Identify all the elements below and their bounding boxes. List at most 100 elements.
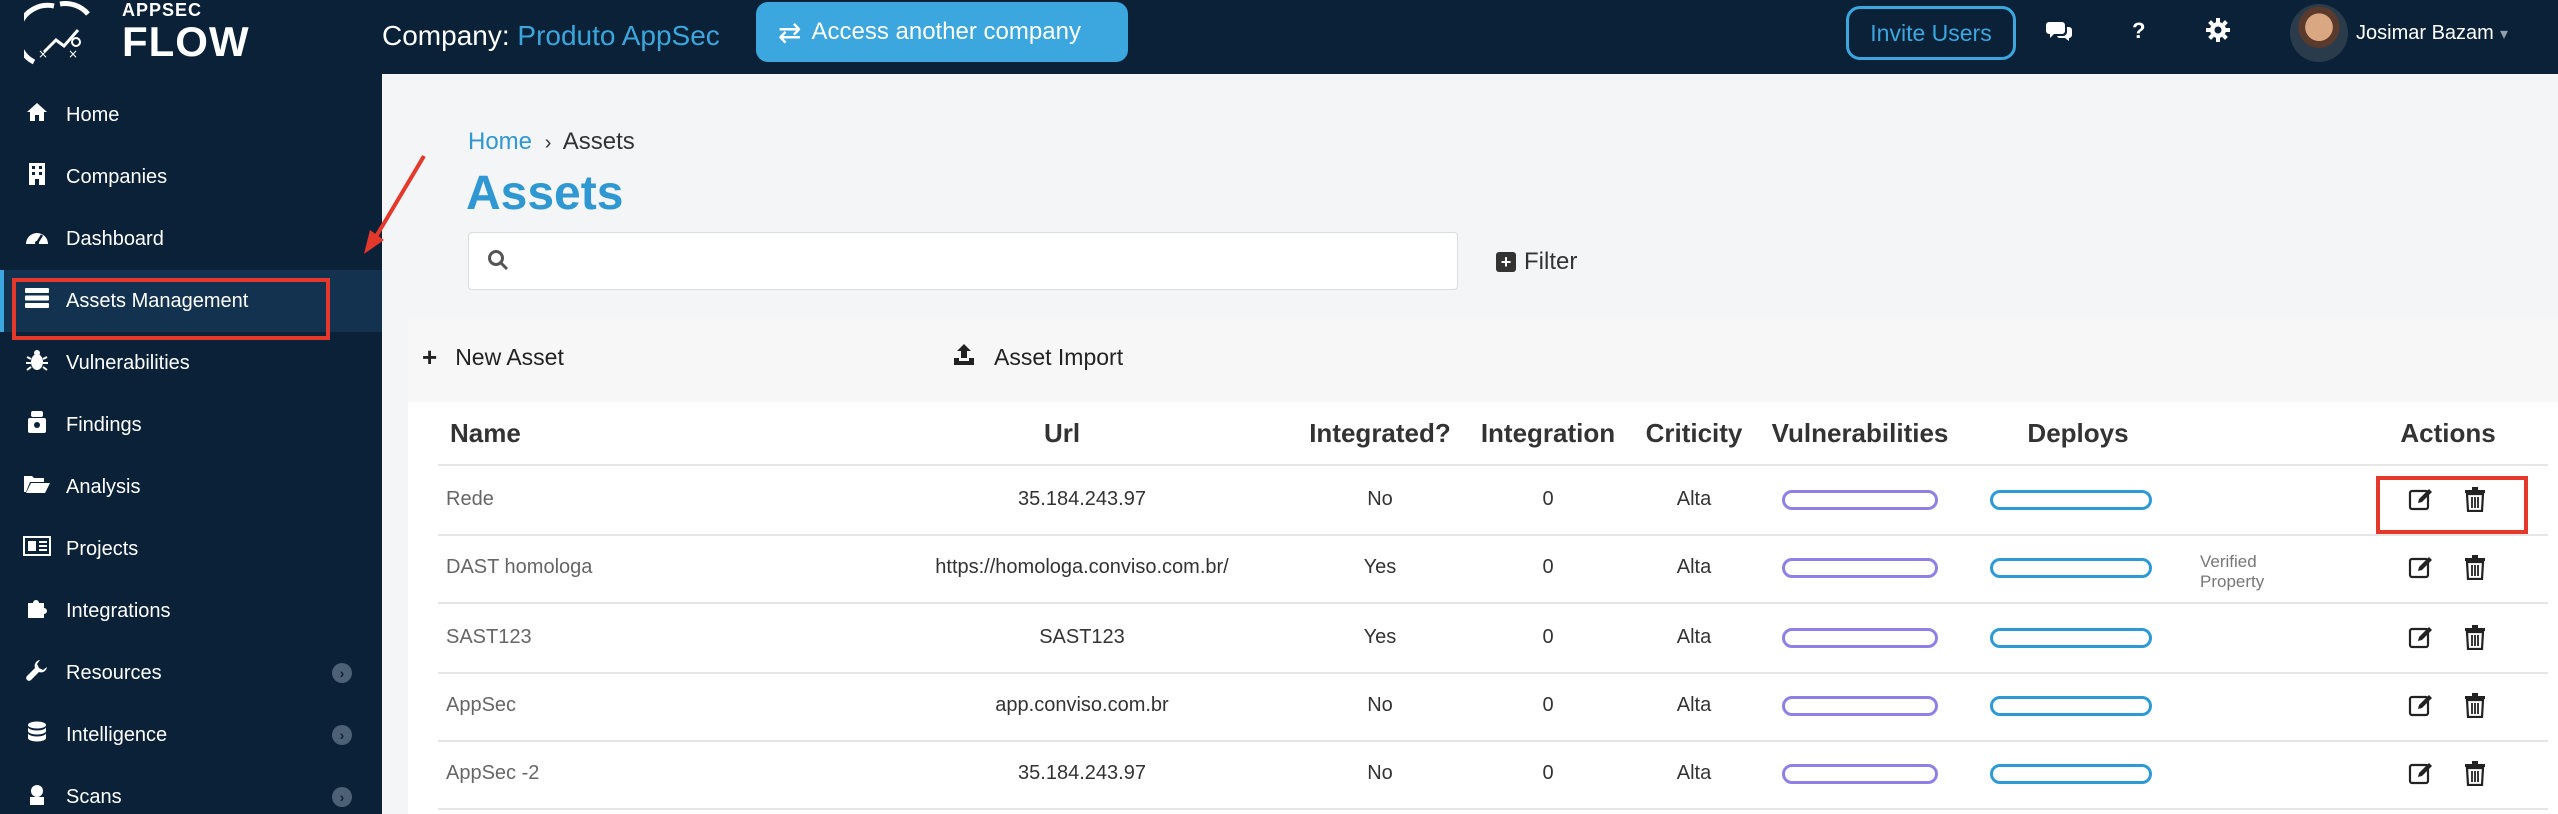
building-icon [22,163,52,191]
filter-button[interactable]: + Filter [1496,248,1577,276]
appsec-flow-logo[interactable]: × × APPSEC FLOW [24,0,264,74]
sidebar-item-label: Resources [66,661,162,684]
column-header-deploys[interactable]: Deploys [2027,418,2128,449]
cell-integration: 0 [1542,762,1554,784]
sidebar-item-label: Integrations [66,599,171,622]
column-header-actions: Actions [2400,418,2496,448]
sidebar-item-dashboard[interactable]: Dashboard [0,208,382,270]
newspaper-icon [22,536,52,562]
edit-icon[interactable] [2408,624,2434,650]
deploys-bar [1990,696,2152,716]
plus-square-icon: + [1496,252,1516,272]
column-header-criticity[interactable]: Criticity [1646,418,1743,449]
chat-icon[interactable] [2046,20,2072,48]
sidebar-item-label: Dashboard [66,227,164,250]
cell-url: https://homologa.conviso.com.br/ [935,556,1229,578]
chevron-right-icon[interactable]: › [332,787,352,807]
cell-integrated: No [1367,762,1393,784]
invite-users-button[interactable]: Invite Users [1846,6,2016,60]
cell-criticity: Alta [1676,762,1712,784]
highlight-box-assets-management [12,278,330,340]
user-avatar[interactable] [2290,4,2348,62]
row-divider [438,740,2548,742]
trash-icon[interactable] [2464,554,2490,581]
breadcrumb-home-link[interactable]: Home [468,128,532,155]
highlight-box-actions [2376,476,2528,534]
cell-integration: 0 [1542,488,1554,510]
gear-icon[interactable] [2206,18,2230,48]
vulnerabilities-bar [1782,628,1938,648]
upload-icon [952,342,976,372]
bug-icon [22,349,52,377]
company-name-link[interactable]: Produto AppSec [517,20,719,51]
access-another-company-button[interactable]: ⇄ Access another company [756,2,1128,62]
cell-integrated: No [1367,694,1393,716]
search-input[interactable] [468,232,1458,290]
sidebar-item-label: Findings [66,413,142,436]
plus-icon: + [422,342,438,372]
trash-icon[interactable] [2464,624,2490,651]
cell-criticity: Alta [1676,556,1712,578]
cell-url: app.conviso.com.br [995,694,1169,716]
access-button-label: Access another company [811,18,1081,45]
vulnerabilities-bar [1782,764,1938,784]
assets-toolbar: + New Asset Asset Import [408,318,2558,402]
folder-open-icon [22,474,52,500]
edit-icon[interactable] [2408,760,2434,786]
table-divider [438,464,2548,466]
chevron-down-icon[interactable]: ▾ [2500,24,2508,44]
deploys-bar [1990,764,2152,784]
database-icon [22,721,52,749]
sidebar-item-resources[interactable]: Resources › [0,642,382,704]
company-label: Company: Produto AppSec [382,20,720,52]
chevron-right-icon[interactable]: › [332,725,352,745]
new-asset-button[interactable]: + New Asset [422,342,564,373]
dashboard-icon [22,227,52,251]
column-header-vulnerabilities[interactable]: Vulnerabilities [1772,418,1949,449]
wrench-icon [22,659,52,687]
cell-integrated: Yes [1363,626,1397,648]
top-bar: × × APPSEC FLOW Company: Produto AppSec … [0,0,2558,74]
edit-icon[interactable] [2408,692,2434,718]
sidebar-item-vulnerabilities[interactable]: Vulnerabilities [0,332,382,394]
puzzle-icon [22,597,52,625]
sidebar-item-companies[interactable]: Companies [0,146,382,208]
cell-integrated: Yes [1363,556,1397,578]
sidebar-item-home[interactable]: Home [0,84,382,146]
column-header-integration[interactable]: Integration [1481,418,1615,449]
deploys-bar [1990,628,2152,648]
chevron-right-icon[interactable]: › [332,663,352,683]
sidebar-item-projects[interactable]: Projects [0,518,382,580]
edit-icon[interactable] [2408,554,2434,580]
deploys-bar [1990,558,2152,578]
help-icon[interactable]: ? [2132,18,2145,44]
sidebar-item-scans[interactable]: Scans › [0,766,382,814]
svg-text:×: × [38,47,48,61]
vulnerabilities-bar [1782,490,1938,510]
breadcrumb-separator: › [544,132,552,154]
logo-text-bottom: FLOW [122,18,250,65]
column-header-url[interactable]: Url [1044,418,1080,449]
cell-criticity: Alta [1676,694,1712,716]
column-header-integrated[interactable]: Integrated? [1309,418,1451,449]
cell-url: 35.184.243.97 [1018,762,1146,784]
user-name[interactable]: Josimar Bazam [2356,22,2494,45]
sidebar-item-label: Vulnerabilities [66,351,190,374]
sidebar-item-analysis[interactable]: Analysis [0,456,382,518]
trash-icon[interactable] [2464,692,2490,719]
cell-integration: 0 [1542,694,1554,716]
findings-icon [22,411,52,439]
sidebar-item-label: Scans [66,785,122,808]
sidebar-item-intelligence[interactable]: Intelligence › [0,704,382,766]
column-header-name[interactable]: Name [450,418,521,449]
sidebar: Home Companies Dashboard Assets Manageme… [0,74,382,814]
cell-name: DAST homologa [446,556,593,578]
asset-import-label: Asset Import [994,343,1124,370]
filter-label: Filter [1524,248,1578,275]
asset-import-button[interactable]: Asset Import [952,342,1123,372]
search-icon [487,249,509,276]
sidebar-item-integrations[interactable]: Integrations [0,580,382,642]
trash-icon[interactable] [2464,760,2490,787]
page-title: Assets [466,167,624,220]
sidebar-item-findings[interactable]: Findings [0,394,382,456]
